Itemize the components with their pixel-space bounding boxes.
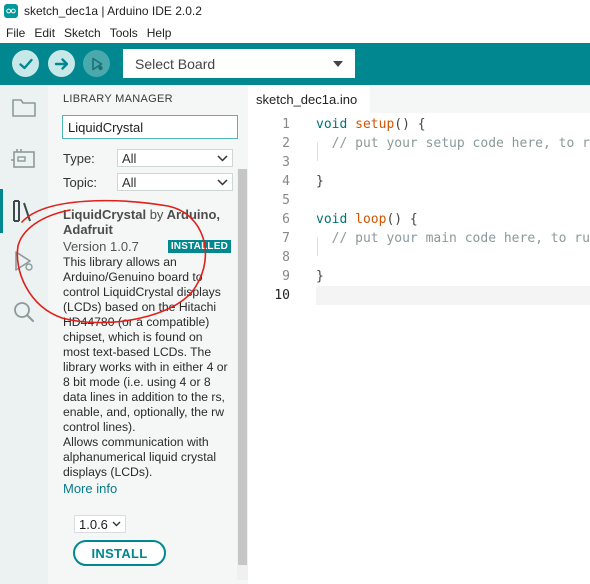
board-selector[interactable]: Select Board: [123, 49, 355, 78]
type-select-value: All: [122, 150, 137, 166]
more-info-link[interactable]: More info: [63, 481, 117, 497]
debug-icon[interactable]: [10, 248, 38, 274]
code-line[interactable]: void setup() {: [316, 115, 590, 134]
active-indicator: [0, 189, 3, 233]
menu-help[interactable]: Help: [147, 26, 172, 40]
topic-select-value: All: [122, 174, 137, 190]
code-line[interactable]: }: [316, 172, 590, 191]
version-row: Version 1.0.7 INSTALLED: [63, 239, 231, 254]
menu-tools[interactable]: Tools: [110, 26, 138, 40]
board-icon[interactable]: [10, 146, 38, 172]
topic-label: Topic:: [63, 174, 97, 190]
title-bar: sketch_dec1a | Arduino IDE 2.0.2: [0, 0, 590, 22]
library-description: This library allows an Arduino/Genuino b…: [63, 255, 228, 434]
library-summary: Allows communication with alphanumerical…: [63, 435, 217, 479]
line-number: 1: [282, 117, 290, 132]
installed-badge: INSTALLED: [167, 240, 231, 253]
board-selector-label: Select Board: [135, 55, 216, 72]
library-title: LiquidCrystal by Arduino, Adafruit: [63, 207, 231, 237]
line-number: 8: [282, 250, 290, 265]
line-number-gutter: 1 2 3 4 5 6 7 8 9 10: [248, 113, 316, 584]
code-line[interactable]: void loop() {: [316, 210, 590, 229]
code-line[interactable]: [316, 153, 590, 172]
code-line[interactable]: [316, 191, 590, 210]
chevron-down-icon: [217, 178, 228, 186]
code-line[interactable]: [316, 248, 590, 267]
library-by: by: [149, 207, 164, 222]
debug-button[interactable]: [83, 50, 110, 77]
library-name: LiquidCrystal: [63, 207, 147, 222]
line-number: 7: [282, 231, 290, 246]
version-select-value: 1.0.6: [79, 516, 108, 532]
code-line[interactable]: [316, 286, 590, 305]
version-select[interactable]: 1.0.6: [74, 515, 126, 533]
menu-edit[interactable]: Edit: [34, 26, 55, 40]
line-number: 6: [282, 212, 290, 227]
library-manager-panel: LIBRARY MANAGER Type: All Topic: All Liq…: [48, 85, 248, 584]
line-number: 5: [282, 193, 290, 208]
line-number: 4: [282, 174, 290, 189]
arduino-logo-icon: [4, 4, 18, 18]
upload-button[interactable]: [48, 50, 75, 77]
line-number: 9: [282, 269, 290, 284]
window-title: sketch_dec1a | Arduino IDE 2.0.2: [24, 4, 202, 18]
type-select[interactable]: All: [117, 149, 233, 167]
chevron-down-icon: [112, 521, 121, 527]
line-number: 3: [282, 155, 290, 170]
toolbar: Select Board: [0, 43, 590, 85]
code-editor: sketch_dec1a.ino 1 2 3 4 5 6 7 8 9 10 vo…: [248, 85, 590, 584]
topic-filter-row: Topic: All: [63, 173, 233, 191]
folder-icon[interactable]: [10, 95, 38, 121]
library-search-input[interactable]: [62, 115, 238, 139]
type-label: Type:: [63, 150, 95, 166]
activity-bar: [0, 85, 48, 584]
check-icon: [18, 58, 33, 69]
menu-sketch[interactable]: Sketch: [64, 26, 101, 40]
scrollbar-thumb[interactable]: [238, 169, 247, 565]
menu-bar: File Edit Sketch Tools Help: [0, 23, 174, 43]
chevron-down-icon: [217, 154, 228, 162]
tab-sketch[interactable]: sketch_dec1a.ino: [248, 85, 370, 113]
panel-title: LIBRARY MANAGER: [63, 93, 173, 105]
library-icon[interactable]: [10, 198, 38, 224]
chevron-down-icon: [333, 60, 343, 67]
arrow-right-icon: [54, 57, 68, 70]
line-number: 10: [274, 288, 290, 303]
install-button[interactable]: INSTALL: [73, 540, 166, 566]
line-number: 2: [282, 136, 290, 151]
code-line[interactable]: // put your setup code here, to run once…: [316, 134, 590, 153]
search-icon[interactable]: [10, 299, 38, 325]
topic-select[interactable]: All: [117, 173, 233, 191]
library-version: Version 1.0.7: [63, 239, 139, 254]
code-area[interactable]: void setup() { // put your setup code he…: [316, 113, 590, 584]
tab-bar: sketch_dec1a.ino: [248, 85, 590, 113]
menu-file[interactable]: File: [6, 26, 25, 40]
verify-button[interactable]: [12, 50, 39, 77]
code-line[interactable]: // put your main code here, to run repea…: [316, 229, 590, 248]
library-card: LiquidCrystal by Arduino, Adafruit Versi…: [63, 207, 231, 497]
debug-icon: [91, 57, 103, 70]
code-line[interactable]: }: [316, 267, 590, 286]
type-filter-row: Type: All: [63, 149, 233, 167]
